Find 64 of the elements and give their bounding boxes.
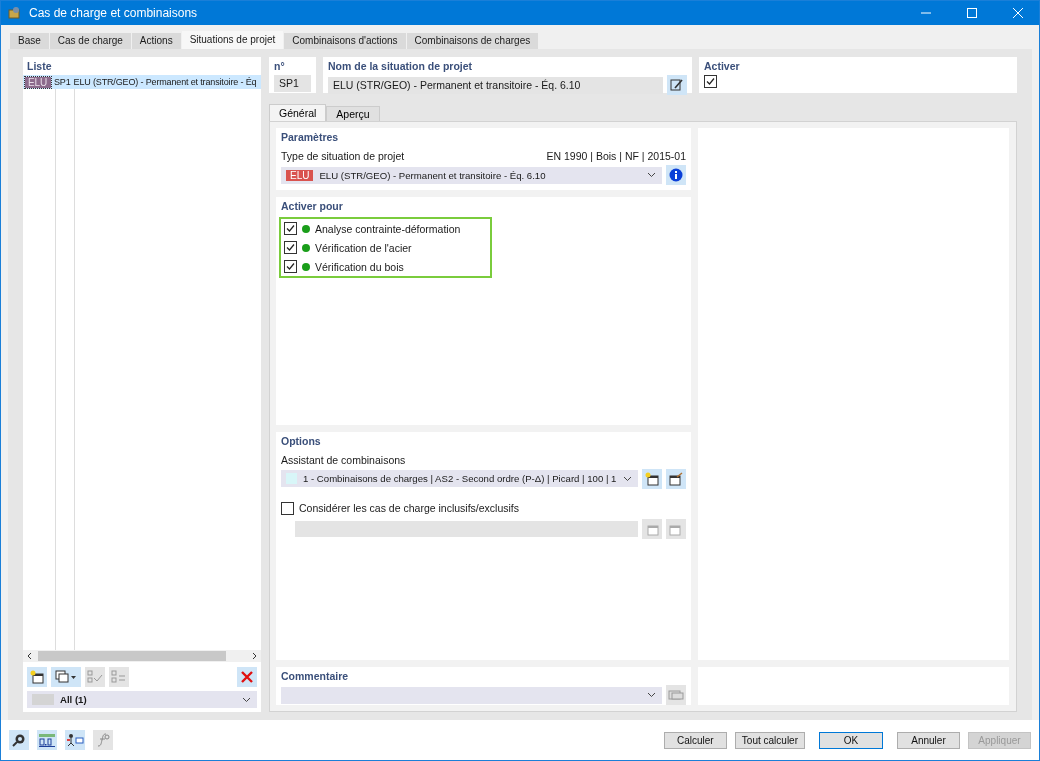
maximize-icon[interactable] — [967, 8, 977, 18]
dialog-button[interactable]: Tout calculer — [734, 731, 805, 749]
tab[interactable]: Combinaisons de charges — [406, 33, 539, 49]
input-field[interactable] — [295, 520, 638, 537]
tab[interactable]: Situations de projet — [181, 31, 284, 49]
list-number: SP1 — [54, 77, 71, 87]
tab[interactable]: Actions — [131, 33, 181, 49]
copy-dropdown-button[interactable] — [51, 667, 81, 687]
tab[interactable]: Cas de charge — [49, 33, 131, 49]
section-heading: Options — [281, 433, 321, 449]
app-icon — [7, 6, 21, 20]
checkbox[interactable] — [281, 501, 294, 515]
field-label: Type de situation de projet — [281, 150, 405, 162]
situation-type-dropdown[interactable]: ELU ELU (STR/GEO) - Permanent et transitoire - Éq. 6.10 — [281, 166, 662, 184]
field-label: Assistant de combinaisons — [281, 453, 406, 466]
filter-dropdown[interactable]: All (1) — [27, 691, 257, 708]
field-label: Activer — [704, 59, 740, 74]
section-heading: Commentaire — [281, 669, 349, 684]
tab[interactable]: Général — [269, 104, 327, 121]
checkbox-label: Vérification de l'acier — [315, 241, 412, 254]
checkbox[interactable] — [284, 222, 297, 235]
check-items-button[interactable] — [85, 667, 105, 687]
section-heading: Paramètres — [281, 130, 339, 145]
checkbox[interactable] — [704, 75, 717, 88]
display-settings-icon[interactable] — [65, 730, 85, 750]
wizard-dropdown[interactable]: 1 - Combinaisons de charges | AS2 - Second ordre (P-Δ) | Picard | 100 | 1 — [281, 470, 638, 487]
standard-info: EN 1990 | Bois | NF | 2015-01 — [546, 150, 686, 162]
decimal-icon[interactable] — [37, 730, 57, 750]
scroll-left-icon[interactable] — [26, 652, 34, 660]
info-button[interactable] — [666, 165, 686, 185]
window-title: Cas de charge et combinaisons — [29, 6, 198, 20]
chevron-down-icon[interactable] — [242, 696, 251, 703]
tab[interactable]: Aperçu — [326, 106, 380, 121]
delete-button[interactable] — [237, 667, 257, 687]
new-item-button[interactable] — [27, 667, 47, 687]
checkbox[interactable] — [284, 241, 297, 254]
category-tag: ELU — [25, 76, 51, 88]
checkbox-label: Considérer les cas de charge inclusifs/exclusifs — [299, 502, 519, 514]
list-name: ELU (STR/GEO) - Permanent et transitoire - Éq — [73, 77, 257, 87]
edit-wizard-button[interactable] — [666, 468, 686, 489]
new-wizard-button[interactable] — [642, 468, 662, 489]
number-field[interactable]: SP1 — [274, 75, 311, 92]
horizontal-scrollbar[interactable] — [23, 650, 261, 662]
edit-button[interactable] — [667, 75, 687, 95]
list-item[interactable]: ELU SP1 ELU (STR/GEO) - Permanent et transitoire - Éq — [23, 75, 261, 89]
name-field[interactable]: ELU (STR/GEO) - Permanent et transitoire - Éq. 6.10 — [328, 76, 663, 94]
dialog-button[interactable]: Annuler — [897, 731, 960, 749]
chevron-down-icon[interactable] — [647, 172, 656, 178]
tab[interactable]: Base — [10, 33, 49, 49]
scroll-right-icon[interactable] — [250, 652, 258, 660]
chevron-down-icon[interactable] — [647, 692, 656, 698]
dialog-button[interactable]: Calculer — [663, 731, 727, 749]
checkbox-label: Analyse contrainte-déformation — [315, 222, 461, 235]
checkbox-label: Vérification du bois — [315, 260, 404, 273]
chevron-down-icon[interactable] — [623, 475, 632, 482]
panel-heading: Liste — [27, 59, 52, 74]
field-label: n° — [274, 59, 285, 74]
dialog-button[interactable]: OK — [819, 731, 883, 749]
tab[interactable]: Combinaisons d'actions — [284, 33, 406, 49]
field-label: Nom de la situation de projet — [328, 59, 473, 74]
close-icon[interactable] — [1013, 8, 1023, 18]
section-heading: Activer pour — [281, 199, 343, 214]
checkbox[interactable] — [284, 260, 297, 273]
search-button[interactable] — [9, 730, 29, 750]
